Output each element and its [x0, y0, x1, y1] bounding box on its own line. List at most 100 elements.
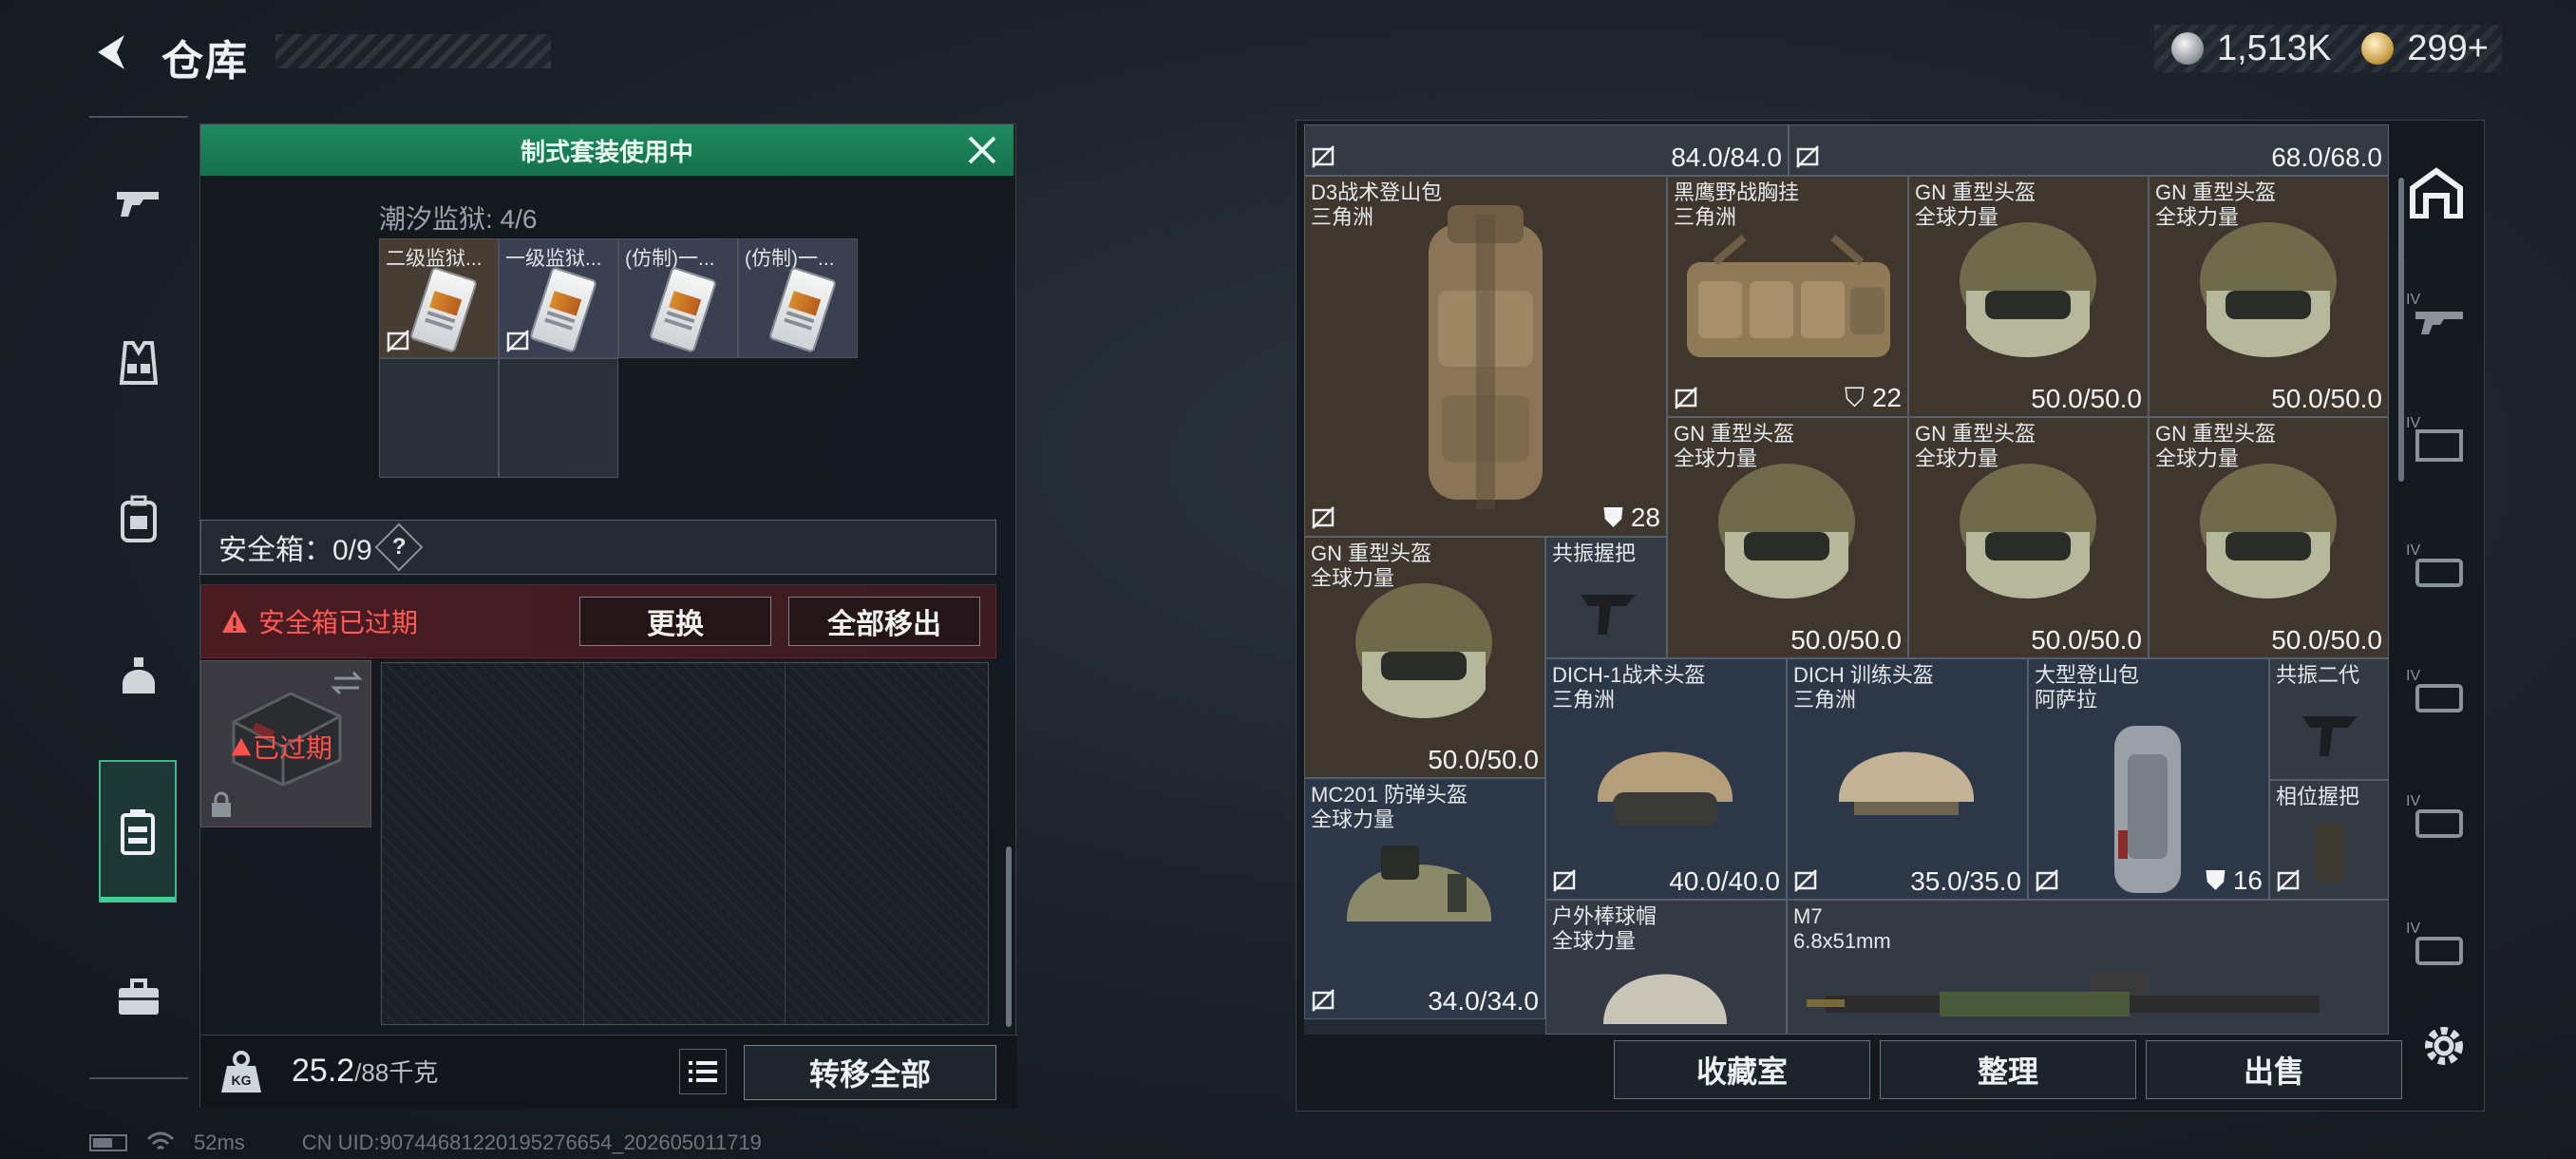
expired-badge: 已过期	[230, 728, 332, 766]
organize-button[interactable]: 整理	[1880, 1040, 2136, 1099]
set-cell[interactable]: (仿制)一...	[738, 238, 858, 358]
tier4-case-icon: IV	[2406, 793, 2463, 838]
inventory-item[interactable]: 黑鹰野战胸挂 三角洲 ⛉ 22	[1667, 176, 1908, 417]
svg-text:IV: IV	[2406, 415, 2420, 431]
expired-warning-bar: 安全箱已过期 更换 全部移出	[200, 584, 996, 658]
back-button[interactable]	[85, 27, 137, 78]
heavy-helmet-icon	[1960, 464, 2096, 598]
inventory-item[interactable]: 大型登山包 阿萨拉 ⛊ 16	[2028, 658, 2269, 900]
close-icon[interactable]	[964, 132, 1000, 168]
safebox-capacity: 安全箱：0/9	[218, 535, 372, 566]
svg-text:IV: IV	[2406, 292, 2420, 308]
nav-cases[interactable]	[101, 960, 177, 1036]
set-item-grid: 二级监狱... 一级监狱... (仿制)一... (仿制)一...	[379, 238, 862, 482]
inventory-item[interactable]: 共振握把	[1545, 537, 1667, 658]
heavy-helmet-icon	[1960, 222, 2096, 357]
inventory-panel: 84.0/84.0 68.0/68.0 D3战术登山包 三角洲 ⛊ 28 黑鹰野战…	[1296, 120, 2485, 1112]
no-insure-icon	[1553, 869, 1576, 892]
list-icon	[689, 1061, 717, 1082]
durability: 50.0/50.0	[2031, 384, 2142, 413]
durability: 40.0/40.0	[1669, 866, 1780, 896]
no-insure-icon	[1675, 387, 1697, 409]
list-view-button[interactable]	[679, 1049, 727, 1094]
tier4-case-icon: IV	[2406, 668, 2463, 712]
safebox-grid[interactable]	[381, 662, 989, 1025]
transfer-all-button[interactable]: 转移全部	[744, 1045, 996, 1100]
weight-value: 25.2/88千克	[292, 1053, 438, 1090]
no-insure-icon	[387, 330, 409, 352]
keycard-icon	[528, 266, 598, 353]
tab-main-storage[interactable]	[2403, 160, 2470, 226]
no-insure-icon	[1312, 145, 1335, 168]
help-icon[interactable]: ?	[374, 522, 424, 572]
banner-text: 制式套装使用中	[520, 137, 693, 166]
inventory-item[interactable]: DICH-1战术头盔 三角洲 40.0/40.0	[1545, 658, 1787, 900]
nav-helmets[interactable]	[101, 638, 177, 714]
inventory-item[interactable]: GN 重型头盔 全球力量 50.0/50.0	[2149, 417, 2389, 658]
currency-bar: 1,513K 299+	[2153, 25, 2502, 72]
durability: 84.0/84.0	[1671, 142, 1782, 172]
remove-all-button[interactable]: 全部移出	[788, 597, 980, 646]
inventory-item[interactable]: 84.0/84.0	[1304, 124, 1789, 176]
set-cell[interactable]: 二级监狱...	[379, 238, 499, 358]
durability: 50.0/50.0	[2271, 625, 2382, 655]
inventory-item[interactable]: GN 重型头盔 全球力量 50.0/50.0	[1667, 417, 1908, 658]
item-name: 共振握把	[1552, 542, 1637, 565]
collection-room-button[interactable]: 收藏室	[1614, 1040, 1870, 1099]
empty-set-cell[interactable]	[379, 358, 499, 478]
nav-backpacks[interactable]	[101, 481, 177, 557]
tab-storage-5[interactable]: IV	[2403, 657, 2470, 724]
gold-coin-value[interactable]: 299+	[2407, 28, 2489, 69]
capacity-count: ⛊ 16	[2206, 865, 2263, 895]
replace-button[interactable]: 更换	[579, 597, 771, 646]
nav-vests[interactable]	[101, 325, 177, 401]
silver-coin-value: 1,513K	[2216, 28, 2332, 68]
tab-storage-2[interactable]: IV	[2403, 281, 2470, 348]
ping-value: 52ms	[194, 1130, 245, 1154]
inventory-item[interactable]: 户外棒球帽 全球力量	[1545, 900, 1787, 1035]
grip-icon	[2316, 825, 2344, 884]
no-insure-icon	[1312, 506, 1335, 529]
inventory-item[interactable]: GN 重型头盔 全球力量 50.0/50.0	[2149, 176, 2389, 417]
inventory-item[interactable]: GN 重型头盔 全球力量 50.0/50.0	[1908, 176, 2149, 417]
sell-button[interactable]: 出售	[2146, 1040, 2402, 1099]
inventory-item[interactable]: D3战术登山包 三角洲 ⛊ 28	[1304, 176, 1667, 537]
heavy-helmet-icon	[2200, 464, 2337, 598]
tab-storage-6[interactable]: IV	[2403, 783, 2470, 849]
inventory-item[interactable]: DICH 训练头盔 三角洲 35.0/35.0	[1787, 658, 2028, 900]
inventory-item[interactable]: 共振二代	[2269, 658, 2389, 780]
tactical-helmet-icon	[1597, 751, 1733, 826]
set-cell[interactable]: 一级监狱...	[499, 238, 618, 358]
keycard-icon	[648, 266, 718, 353]
set-cell[interactable]: (仿制)一...	[618, 238, 738, 358]
gold-coin-icon	[2361, 32, 2395, 65]
inventory-item[interactable]: GN 重型头盔 全球力量 50.0/50.0	[1304, 537, 1545, 778]
set-in-use-banner: 制式套装使用中	[200, 124, 1013, 176]
durability: 50.0/50.0	[1428, 745, 1539, 774]
nav-weapons[interactable]	[101, 165, 177, 241]
safebox-icon	[121, 809, 155, 855]
inventory-item[interactable]: M7 6.8x51mm	[1787, 900, 2389, 1035]
inventory-item[interactable]: MC201 防弹头盔 全球力量 34.0/34.0	[1304, 778, 1545, 1019]
empty-set-cell[interactable]	[499, 358, 618, 478]
nav-safebox[interactable]	[99, 760, 177, 902]
inventory-item[interactable]: 相位握把	[2269, 780, 2389, 900]
briefcase-icon	[119, 978, 159, 1015]
weight-icon: KG	[221, 1051, 261, 1092]
safebox-item-slot[interactable]: 已过期	[200, 660, 371, 827]
inventory-item[interactable]: 68.0/68.0	[1789, 124, 2389, 176]
item-name: 共振二代	[2276, 663, 2360, 687]
inventory-grid[interactable]: 84.0/84.0 68.0/68.0 D3战术登山包 三角洲 ⛊ 28 黑鹰野战…	[1304, 124, 2389, 1035]
capacity-icon: ⛊	[2206, 865, 2226, 895]
tab-storage-3[interactable]: IV	[2403, 405, 2470, 471]
tier4-case-icon: IV	[2406, 542, 2463, 587]
expired-warning-text: 安全箱已过期	[258, 608, 419, 637]
tab-storage-4[interactable]: IV	[2403, 532, 2470, 598]
tab-storage-7[interactable]: IV	[2403, 910, 2470, 977]
capacity-count: ⛊ 28	[1603, 503, 1660, 532]
left-scrollbar[interactable]	[1006, 846, 1012, 1027]
back-arrow-icon	[98, 35, 124, 69]
settings-gear-icon[interactable]	[2418, 1020, 2470, 1072]
no-insure-icon	[506, 330, 529, 352]
inventory-item[interactable]: GN 重型头盔 全球力量 50.0/50.0	[1908, 417, 2149, 658]
